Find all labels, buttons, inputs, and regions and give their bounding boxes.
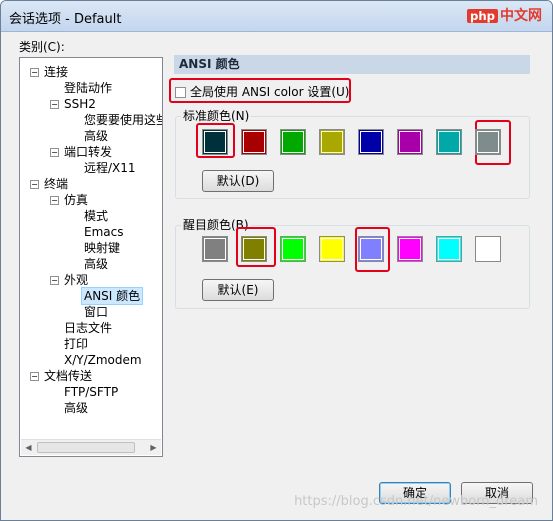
tree-item[interactable]: ANSI 颜色: [80, 287, 144, 305]
tree-item[interactable]: 文档传送: [44, 368, 92, 384]
tree-item[interactable]: Emacs: [84, 224, 123, 240]
color-swatch[interactable]: [280, 236, 306, 262]
tree-item[interactable]: 端口转发: [64, 144, 112, 160]
tree-item[interactable]: 仿真: [64, 192, 88, 208]
tree-item[interactable]: 远程/X11: [84, 160, 136, 176]
watermark: https://blog.csdn.net/newborn_dream: [294, 494, 538, 509]
tree-item[interactable]: FTP/SFTP: [64, 384, 118, 400]
scroll-left-icon[interactable]: ◀: [21, 440, 36, 455]
title-bar: 会话选项 - Default php 中文网: [1, 1, 552, 32]
tree-item[interactable]: 窗口: [84, 304, 108, 320]
color-swatch[interactable]: [475, 129, 501, 155]
color-swatch[interactable]: [202, 236, 228, 262]
color-swatch[interactable]: [319, 236, 345, 262]
color-swatch[interactable]: [241, 129, 267, 155]
bright-colors-title: 醒目颜色(B): [181, 217, 251, 233]
global-ansi-checkbox-row[interactable]: 全局使用 ANSI color 设置(U): [175, 83, 349, 101]
section-title: ANSI 颜色: [174, 55, 530, 74]
tree-item[interactable]: 日志文件: [64, 320, 112, 336]
color-swatch[interactable]: [436, 236, 462, 262]
session-options-dialog: 会话选项 - Default php 中文网 类别(C): 高级 FTP/SFTP 文…: [0, 0, 553, 521]
tree-item[interactable]: 映射键: [84, 240, 120, 256]
color-swatch[interactable]: [397, 236, 423, 262]
tree-expander-icon[interactable]: −: [50, 196, 59, 205]
tree-expander-icon[interactable]: −: [30, 180, 39, 189]
tree-item[interactable]: 模式: [84, 208, 108, 224]
color-swatch[interactable]: [475, 236, 501, 262]
tree-expander-icon[interactable]: −: [50, 276, 59, 285]
color-swatch[interactable]: [202, 129, 228, 155]
scroll-thumb[interactable]: [37, 442, 135, 453]
global-ansi-checkbox[interactable]: [175, 87, 186, 98]
color-swatch[interactable]: [241, 236, 267, 262]
tree-item[interactable]: X/Y/Zmodem: [64, 352, 142, 368]
tree-expander-icon[interactable]: −: [50, 148, 59, 157]
tree-item[interactable]: 连接: [44, 64, 68, 80]
scroll-right-icon[interactable]: ▶: [146, 440, 161, 455]
standard-default-button[interactable]: 默认(D): [202, 170, 274, 192]
bright-default-button[interactable]: 默认(E): [202, 279, 274, 301]
color-swatch[interactable]: [358, 129, 384, 155]
tree-item[interactable]: 外观: [64, 272, 88, 288]
tree-item[interactable]: 登陆动作: [64, 80, 112, 96]
tree-item[interactable]: 您要要使用这些设: [84, 112, 162, 128]
tree-item[interactable]: SSH2: [64, 96, 96, 112]
standard-colors-title: 标准颜色(N): [181, 108, 252, 124]
tree-item[interactable]: 终端: [44, 176, 68, 192]
category-label: 类别(C):: [19, 40, 65, 54]
tree-item[interactable]: 高级: [64, 400, 88, 416]
horizontal-scrollbar[interactable]: ◀ ▶: [21, 439, 161, 455]
color-swatch[interactable]: [358, 236, 384, 262]
global-ansi-label[interactable]: 全局使用 ANSI color 设置(U): [190, 85, 349, 99]
tree-item[interactable]: 高级: [84, 128, 108, 144]
window-title: 会话选项 - Default: [9, 12, 122, 27]
color-swatch[interactable]: [319, 129, 345, 155]
color-swatch[interactable]: [436, 129, 462, 155]
tree-item[interactable]: 高级: [84, 256, 108, 272]
tree-expander-icon[interactable]: −: [30, 372, 39, 381]
color-swatch[interactable]: [280, 129, 306, 155]
tree-expander-icon[interactable]: −: [30, 68, 39, 77]
tree-expander-icon[interactable]: −: [50, 100, 59, 109]
color-swatch[interactable]: [397, 129, 423, 155]
php-logo: php 中文网: [467, 5, 542, 25]
category-tree[interactable]: 高级 FTP/SFTP 文档传送 X/Y/Zmodem 打印 日志文件 窗口 ANSI 颜色外…: [19, 57, 163, 457]
tree-item[interactable]: 打印: [64, 336, 88, 352]
